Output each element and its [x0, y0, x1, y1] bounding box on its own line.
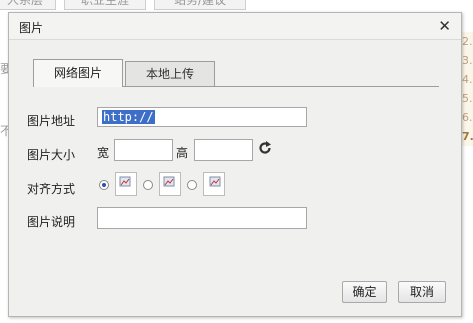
image-url-input[interactable]: http:// — [97, 107, 307, 127]
tab-local-upload[interactable]: 本地上传 — [125, 61, 215, 86]
background-tab-strip: 人系层 职业生涯 站务/建议 — [0, 0, 473, 10]
desc-label: 图片说明 — [27, 215, 76, 229]
dialog-titlebar[interactable]: 图片 ✕ — [9, 13, 461, 40]
align-none-icon[interactable] — [115, 172, 137, 196]
ok-button[interactable]: 确定 — [342, 281, 387, 303]
height-label: 高 — [176, 146, 189, 160]
close-icon[interactable]: ✕ — [438, 16, 451, 36]
dialog-tabs: 网络图片 本地上传 — [33, 59, 439, 87]
size-label: 图片大小 — [27, 148, 76, 162]
align-right-icon[interactable] — [203, 172, 225, 196]
align-radio-right[interactable] — [187, 180, 197, 190]
width-input[interactable] — [114, 139, 173, 161]
cancel-button[interactable]: 取消 — [398, 281, 446, 303]
bg-tab-1[interactable]: 人系层 — [0, 0, 56, 10]
image-description-input[interactable] — [97, 207, 307, 229]
height-input[interactable] — [194, 139, 253, 161]
align-radio-none[interactable] — [99, 180, 109, 190]
tab-network-image[interactable]: 网络图片 — [33, 59, 123, 87]
align-left-icon[interactable] — [159, 172, 181, 196]
width-label: 宽 — [97, 146, 110, 160]
bg-tab-2[interactable]: 职业生涯 — [64, 0, 146, 10]
image-url-value: http:// — [102, 110, 155, 124]
refresh-icon[interactable] — [258, 141, 272, 155]
align-label: 对齐方式 — [27, 182, 76, 196]
url-label: 图片地址 — [27, 114, 76, 128]
align-radio-left[interactable] — [143, 180, 153, 190]
dialog-title: 图片 — [19, 21, 44, 35]
image-dialog: 图片 ✕ 网络图片 本地上传 图片地址 http:// 图片大小 宽 高 对齐方… — [8, 12, 462, 317]
bg-tab-3[interactable]: 站务/建议 — [154, 0, 246, 10]
